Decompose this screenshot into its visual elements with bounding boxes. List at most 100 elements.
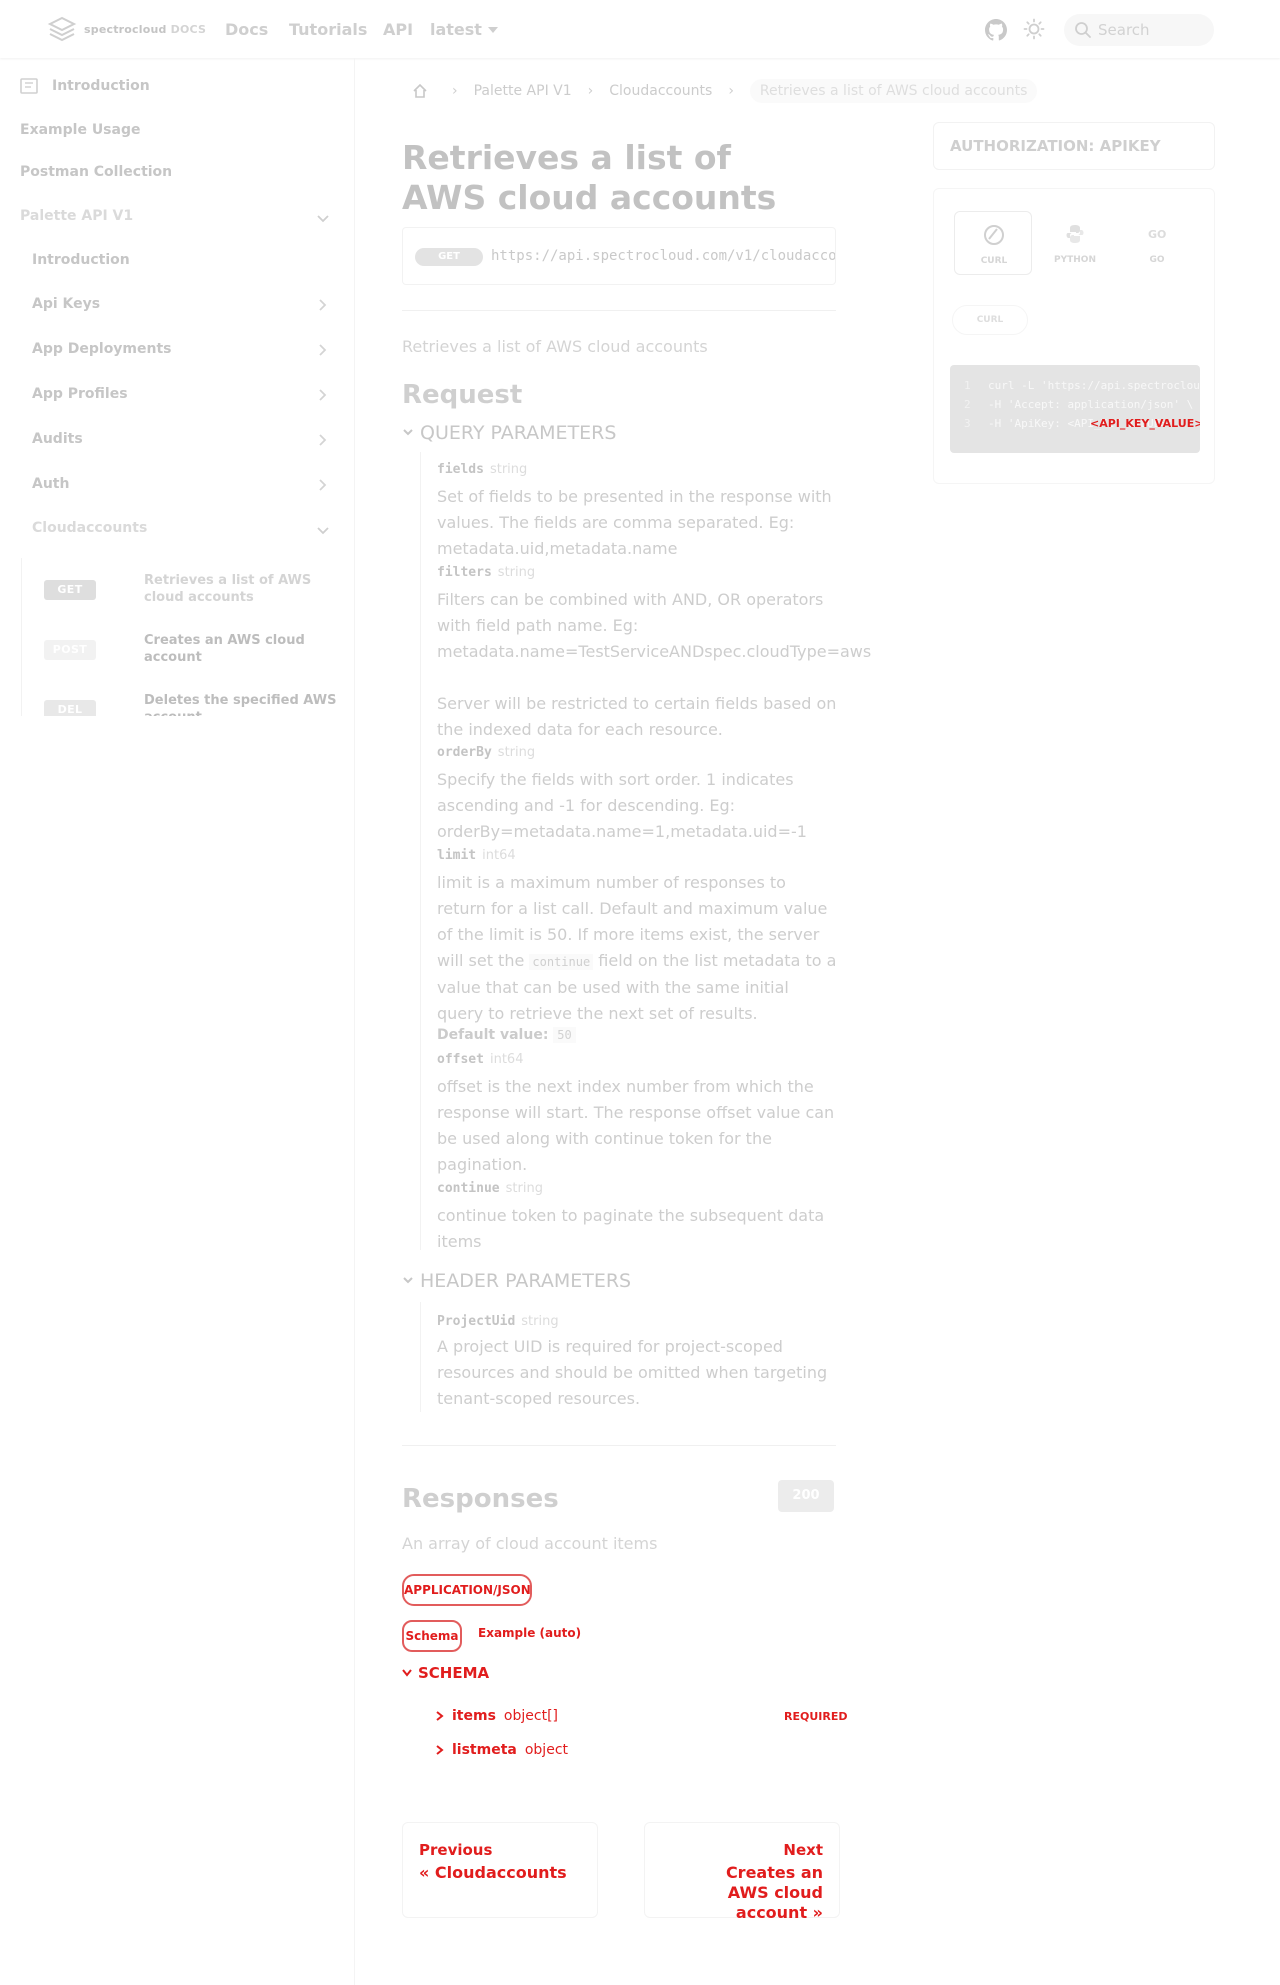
sidebar-item-api-keys[interactable]: Api Keys (32, 296, 100, 312)
go-icon: GO (1148, 228, 1166, 241)
chevron-right-icon: › (452, 83, 458, 99)
search-box[interactable] (1064, 14, 1214, 46)
chevron-right-icon[interactable] (316, 343, 330, 357)
home-icon[interactable] (412, 83, 428, 99)
sidebar-item-introduction-v1[interactable]: Introduction (32, 252, 130, 268)
responses-heading: Responses (402, 1484, 559, 1514)
param-continue: continue string (437, 1181, 543, 1196)
param-description: offset is the next index number from whi… (437, 1077, 835, 1174)
sidebar-item-app-deployments[interactable]: App Deployments (32, 341, 172, 357)
top-navbar: spectrocloud DOCS Docs Tutorials API late… (0, 0, 1280, 58)
header-params-list: ProjectUid string A project UID is requir… (420, 1302, 840, 1412)
chevron-down-icon (487, 26, 498, 33)
nav-tutorials-link[interactable]: Tutorials (289, 20, 367, 39)
book-icon (20, 78, 38, 94)
sidebar-item-example-usage[interactable]: Example Usage (20, 122, 140, 138)
schema-field-listmeta[interactable]: listmeta object (436, 1742, 568, 1758)
response-description: An array of cloud account items (402, 1534, 658, 1553)
tab-curl[interactable]: CURL (954, 211, 1032, 275)
response-code-tab[interactable]: 200 (778, 1480, 834, 1512)
version-dropdown[interactable]: latest (430, 20, 498, 39)
svg-text:GO: GO (1148, 228, 1166, 241)
schema-tab[interactable]: Schema (402, 1620, 462, 1652)
sidebar-endpoint-post-aws[interactable]: POST Creates an AWS cloud account (22, 630, 339, 670)
brand-logo-link[interactable]: spectrocloud DOCS (46, 16, 206, 42)
tab-python[interactable]: PYTHON (1036, 211, 1114, 275)
version-label: latest (430, 20, 482, 39)
chevron-right-icon[interactable] (316, 478, 330, 492)
query-params-list: fields string Set of fields to be present… (420, 452, 872, 1251)
github-icon[interactable] (984, 18, 1008, 42)
tab-label: CURL (980, 256, 1008, 266)
param-offset: offset int64 (437, 1052, 524, 1067)
breadcrumb: › Palette API V1 › Cloudaccounts › Retri… (402, 78, 1038, 104)
divider (402, 1445, 836, 1446)
schema-field-items[interactable]: items object[] (436, 1708, 558, 1724)
chevron-right-icon (436, 1711, 444, 1721)
param-description: A project UID is required for project-sc… (437, 1337, 828, 1408)
chevron-right-icon: › (587, 83, 594, 99)
chevron-down-icon[interactable] (316, 524, 330, 538)
example-tab[interactable]: Example (auto) (478, 1626, 581, 1640)
spectrocloud-logo-icon (47, 16, 77, 42)
tab-go[interactable]: GO GO (1118, 211, 1196, 275)
param-description: limit is a maximum number of responses t… (437, 873, 837, 1023)
nav-docs-link[interactable]: Docs (225, 20, 268, 39)
chevron-right-icon: › (728, 83, 734, 99)
previous-page-link[interactable]: Previous « Cloudaccounts (402, 1822, 598, 1918)
mime-type-tab[interactable]: APPLICATION/JSON (402, 1574, 532, 1606)
chevron-right-icon[interactable] (316, 433, 330, 447)
param-description: Set of fields to be presented in the res… (437, 487, 832, 558)
authorization-panel[interactable]: AUTHORIZATION: APIKEY (933, 122, 1215, 170)
next-title: Creates an AWS cloud account » (725, 1863, 823, 1922)
nav-api-link[interactable]: API (383, 20, 413, 39)
schema-toggle[interactable]: SCHEMA (402, 1664, 489, 1682)
inline-code: continue (529, 954, 594, 970)
method-badge: POST (44, 640, 96, 660)
divider (402, 310, 836, 311)
method-badge: DEL (44, 700, 96, 716)
tab-label: PYTHON (1054, 255, 1096, 265)
sidebar-item-auth[interactable]: Auth (32, 476, 69, 492)
breadcrumb-cloudaccounts[interactable]: Cloudaccounts (609, 83, 712, 99)
param-description: Specify the fields with sort order. 1 in… (437, 770, 807, 841)
query-params-heading: QUERY PARAMETERS (420, 422, 617, 444)
chevron-right-icon (436, 1745, 444, 1755)
code-block[interactable]: 1 curl -L 'https://api.spectrocloud.com/… (950, 365, 1200, 453)
breadcrumb-current: Retrieves a list of AWS cloud accounts (749, 79, 1038, 103)
required-badge: REQUIRED (784, 1710, 848, 1723)
param-description: Filters can be combined with AND, OR ope… (437, 590, 872, 661)
next-label: Next (783, 1841, 823, 1859)
query-params-toggle[interactable]: QUERY PARAMETERS (402, 422, 616, 444)
search-icon (1075, 22, 1091, 38)
param-fields: fields string (437, 462, 528, 477)
next-page-link[interactable]: Next Creates an AWS cloud account » (644, 1822, 840, 1922)
schema-heading: SCHEMA (418, 1664, 490, 1682)
method-badge: GET (415, 248, 483, 266)
sidebar-item-introduction[interactable]: Introduction (20, 78, 150, 94)
sidebar: Introduction Example Usage Postman Colle… (0, 58, 355, 1985)
sub-tab-curl[interactable]: CURL (952, 305, 1028, 335)
chevron-right-icon[interactable] (316, 298, 330, 312)
sidebar-item-audits[interactable]: Audits (32, 431, 83, 447)
sidebar-endpoint-get-aws[interactable]: GET Retrieves a list of AWS cloud accoun… (22, 570, 339, 610)
chevron-down-icon[interactable] (316, 212, 330, 226)
breadcrumb-palette-api[interactable]: Palette API V1 (474, 83, 572, 99)
endpoint-url-box[interactable]: GET https://api.spectrocloud.com/v1/clou… (402, 227, 836, 285)
sidebar-endpoint-del-aws[interactable]: DEL Deletes the specified AWS account (22, 690, 339, 716)
chevron-right-icon[interactable] (316, 388, 330, 402)
theme-toggle-sun-icon[interactable] (1023, 18, 1045, 40)
tab-label: GO (1149, 255, 1165, 265)
sidebar-item-app-profiles[interactable]: App Profiles (32, 386, 128, 402)
previous-label: Previous (419, 1841, 493, 1859)
endpoint-label: Retrieves a list of AWS cloud accounts (144, 573, 312, 605)
sidebar-item-cloudaccounts[interactable]: Cloudaccounts (32, 520, 147, 536)
sidebar-item-postman[interactable]: Postman Collection (20, 164, 172, 180)
code-sample-panel: CURL PYTHON GO GO CURL 1 curl -L 'https:… (933, 188, 1215, 484)
search-input[interactable] (1098, 21, 1198, 39)
sidebar-item-label: Introduction (52, 78, 150, 94)
header-params-toggle[interactable]: HEADER PARAMETERS (402, 1270, 631, 1292)
endpoint-label: Creates an AWS cloud account (144, 633, 305, 665)
sidebar-item-palette-api[interactable]: Palette API V1 (20, 208, 133, 224)
page-title: Retrieves a list of AWS cloud accounts (402, 138, 777, 217)
